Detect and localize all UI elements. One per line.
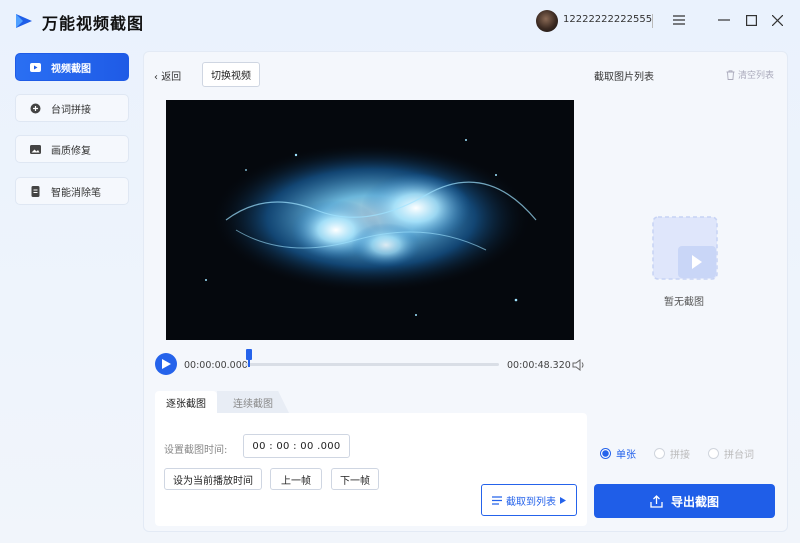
sidebar-item-label: 视频截图: [51, 63, 91, 75]
divider: [652, 14, 653, 28]
list-icon: [492, 495, 502, 505]
play-icon: [161, 359, 171, 369]
sidebar-item-quality-repair[interactable]: 画质修复: [15, 135, 129, 163]
video-preview[interactable]: [166, 100, 574, 340]
title-bar: 万能视频截图 12222222222555: [0, 0, 800, 42]
radio-label: 拼接: [670, 450, 690, 461]
image-icon: [30, 144, 41, 155]
export-button[interactable]: 导出截图: [594, 484, 775, 518]
back-label: 返回: [161, 72, 182, 83]
radio-dot: [654, 448, 665, 459]
app-logo-icon: [16, 14, 32, 28]
radio-label: 单张: [616, 450, 636, 461]
username[interactable]: 12222222222555: [563, 14, 652, 25]
mode-subtitle-radio[interactable]: 拼台词: [708, 446, 754, 461]
progress-bar[interactable]: [245, 363, 499, 366]
capture-to-list-label: 截取到列表: [506, 496, 556, 508]
trash-icon: [726, 69, 735, 80]
empty-state-label: 暂无截图: [664, 297, 704, 308]
export-mode-group: 单张 拼接 拼台词: [600, 446, 754, 461]
mode-single-radio[interactable]: 单张: [600, 446, 636, 461]
export-icon: [650, 494, 663, 508]
volume-icon[interactable]: [571, 357, 587, 373]
play-button[interactable]: [155, 353, 177, 375]
capture-tabs: 连续截图 逐张截图: [155, 391, 585, 413]
set-current-time-button[interactable]: 设为当前播放时间: [164, 468, 262, 490]
set-time-label: 设置截图时间:: [164, 445, 228, 456]
current-time: 00:00:00.000: [184, 360, 248, 371]
radio-dot: [600, 448, 611, 459]
capture-to-list-button[interactable]: 截取到列表: [481, 484, 577, 516]
tab-continuous-capture[interactable]: 连续截图: [217, 391, 289, 413]
capture-time-input[interactable]: 00 : 00 : 00 .000: [243, 434, 350, 458]
clear-list-label: 清空列表: [738, 71, 775, 81]
sidebar-item-smart-eraser[interactable]: 智能消除笔: [15, 177, 129, 205]
caret-right-icon: [560, 496, 566, 504]
switch-video-button[interactable]: 切换视频: [202, 62, 260, 87]
sidebar-item-label: 台词拼接: [51, 104, 91, 116]
export-label: 导出截图: [670, 494, 719, 509]
plus-circle-icon: [30, 103, 41, 114]
app-title: 万能视频截图: [42, 14, 145, 33]
empty-video-icon: [652, 216, 718, 280]
tab-single-capture[interactable]: 逐张截图: [155, 391, 217, 413]
capture-list-title: 截取图片列表: [594, 72, 654, 83]
close-icon[interactable]: [766, 9, 788, 31]
sidebar-item-label: 画质修复: [51, 145, 91, 157]
maximize-icon[interactable]: [740, 9, 762, 31]
clear-list-button[interactable]: 清空列表: [726, 68, 774, 81]
minimize-icon[interactable]: [713, 9, 735, 31]
back-button[interactable]: ‹ 返回: [154, 68, 181, 83]
total-time: 00:00:48.320: [507, 360, 571, 371]
prev-frame-button[interactable]: 上一帧: [270, 468, 322, 490]
video-frame-image: [205, 139, 537, 316]
mode-join-radio[interactable]: 拼接: [654, 446, 690, 461]
document-icon: [30, 185, 41, 197]
hamburger-icon[interactable]: [668, 9, 690, 31]
next-frame-button[interactable]: 下一帧: [331, 468, 379, 490]
avatar[interactable]: [536, 10, 558, 32]
sidebar-item-video-capture[interactable]: 视频截图: [15, 53, 129, 81]
sidebar-item-label: 智能消除笔: [51, 187, 101, 199]
video-icon: [30, 62, 41, 73]
progress-handle[interactable]: [246, 349, 252, 360]
radio-label: 拼台词: [724, 450, 754, 461]
sidebar-item-subtitle-join[interactable]: 台词拼接: [15, 94, 129, 122]
radio-dot: [708, 448, 719, 459]
